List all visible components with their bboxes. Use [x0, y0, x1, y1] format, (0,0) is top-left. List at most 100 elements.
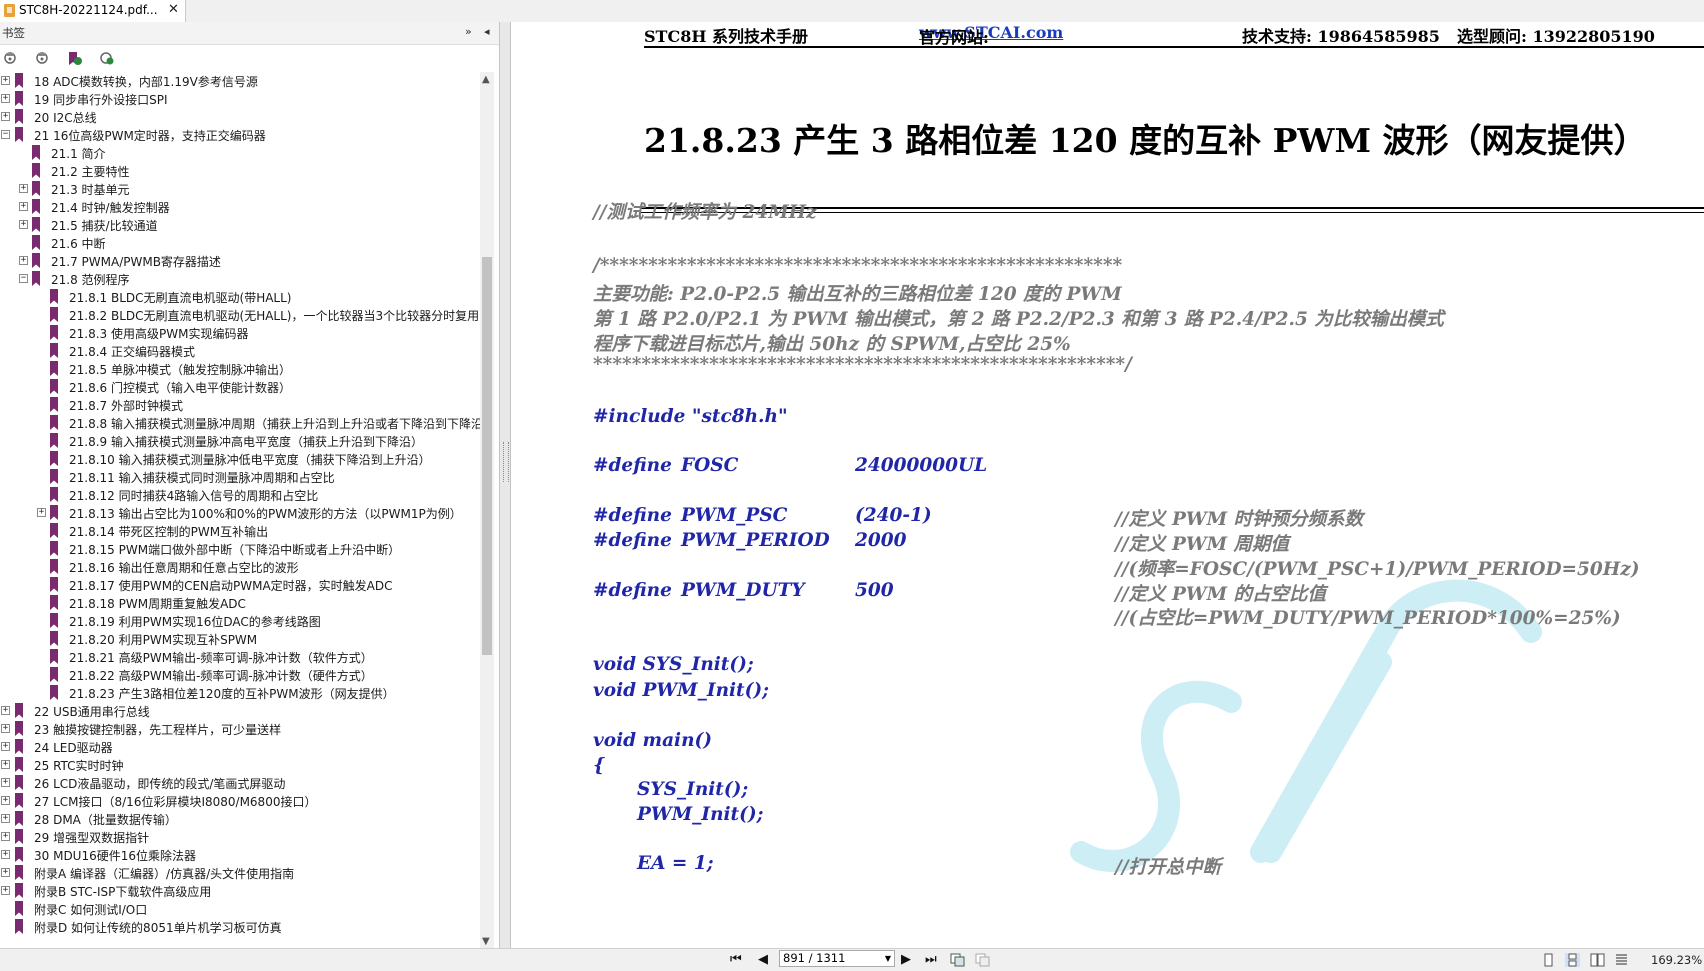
bookmark-icon: [49, 631, 59, 646]
bookmark-item[interactable]: +21.5 捕获/比较通道: [0, 216, 480, 234]
expand-icon[interactable]: +: [1, 868, 10, 877]
expand-icon[interactable]: +: [19, 184, 28, 193]
bookmark-item[interactable]: 21.8.22 高级PWM输出-频率可调-脉冲计数（硬件方式）: [0, 666, 480, 684]
bookmark-item[interactable]: 21.8.23 产生3路相位差120度的互补PWM波形（网友提供）: [0, 684, 480, 702]
collapse-icon[interactable]: −: [19, 274, 28, 283]
scroll-up-icon[interactable]: ▲: [482, 74, 490, 85]
bookmark-item[interactable]: 21.8.6 门控模式（输入电平使能计数器）: [0, 378, 480, 396]
expand-icon[interactable]: +: [1, 112, 10, 121]
expand-icon[interactable]: +: [1, 724, 10, 733]
bookmark-item[interactable]: 21.1 简介: [0, 144, 480, 162]
bookmark-item[interactable]: + 附录A 编译器（汇编器）/仿真器/头文件使用指南: [0, 864, 480, 882]
bookmark-icon: [49, 487, 59, 502]
expand-icon[interactable]: +: [1, 94, 10, 103]
expand-icon[interactable]: +: [19, 202, 28, 211]
bookmark-label: 21.3 时基单元: [51, 183, 130, 197]
bookmark-add-icon[interactable]: [66, 50, 83, 67]
collapse-icon[interactable]: −: [1, 130, 10, 139]
scroll-thumb[interactable]: [482, 257, 492, 655]
panel-splitter[interactable]: [499, 22, 511, 948]
collapse-panel-icon[interactable]: »: [465, 25, 472, 38]
bookmark-item[interactable]: +29 增强型双数据指针: [0, 828, 480, 846]
bookmark-item[interactable]: +18 ADC模数转换，内部1.19V参考信号源: [0, 72, 480, 90]
paste-icon[interactable]: [975, 952, 990, 967]
bookmark-item[interactable]: 21.2 主要特性: [0, 162, 480, 180]
bookmark-item[interactable]: + 附录B STC-ISP下载软件高级应用: [0, 882, 480, 900]
chevron-down-icon[interactable]: ▼: [885, 951, 891, 966]
bookmark-item[interactable]: +21.8.13 输出占空比为100%和0%的PWM波形的方法（以PWM1P为例…: [0, 504, 480, 522]
expand-icon[interactable]: +: [1, 706, 10, 715]
expand-icon[interactable]: +: [1, 76, 10, 85]
document-tab[interactable]: STC8H-20221124.pdf... ✕: [0, 0, 186, 22]
bookmark-item[interactable]: 21.8.14 带死区控制的PWM互补输出: [0, 522, 480, 540]
bookmark-collapse-icon[interactable]: [34, 50, 51, 67]
expand-icon[interactable]: +: [1, 760, 10, 769]
bookmark-item[interactable]: 21.8.19 利用PWM实现16位DAC的参考线路图: [0, 612, 480, 630]
splitter-grip[interactable]: [503, 442, 509, 482]
book-view-icon[interactable]: [1614, 952, 1629, 966]
expand-icon[interactable]: +: [37, 508, 46, 517]
single-page-view-icon[interactable]: [1541, 952, 1556, 967]
page-number-field[interactable]: 891 / 1311 ▼: [779, 950, 895, 967]
bookmark-item[interactable]: +22 USB通用串行总线: [0, 702, 480, 720]
bookmark-item[interactable]: 21.8.4 正交编码器模式: [0, 342, 480, 360]
bookmark-item[interactable]: +21.4 时钟/触发控制器: [0, 198, 480, 216]
bookmark-item[interactable]: 附录C 如何测试I/O口: [0, 900, 480, 918]
bookmark-item[interactable]: 21.8.7 外部时钟模式: [0, 396, 480, 414]
bookmark-item[interactable]: +19 同步串行外设接口SPI: [0, 90, 480, 108]
bookmark-item[interactable]: +28 DMA（批量数据传输）: [0, 810, 480, 828]
bookmark-item[interactable]: 21.8.2 BLDC无刷直流电机驱动(无HALL)，一个比较器当3个比较器分时…: [0, 306, 480, 324]
last-page-icon[interactable]: ⏭: [925, 952, 937, 967]
bookmark-item[interactable]: 21.8.1 BLDC无刷直流电机驱动(带HALL): [0, 288, 480, 306]
expand-icon[interactable]: +: [1, 886, 10, 895]
bookmark-item[interactable]: 21.8.18 PWM周期重复触发ADC: [0, 594, 480, 612]
bookmark-item[interactable]: 21.8.11 输入捕获模式同时测量脉冲周期和占空比: [0, 468, 480, 486]
prev-page-icon[interactable]: ◀: [758, 952, 768, 967]
bookmark-item[interactable]: 21.6 中断: [0, 234, 480, 252]
zoom-level[interactable]: 169.23%: [1651, 953, 1702, 967]
expand-icon[interactable]: +: [1, 796, 10, 805]
bookmark-expand-icon[interactable]: [2, 50, 19, 67]
expand-icon[interactable]: +: [1, 742, 10, 751]
bookmark-item[interactable]: +30 MDU16硬件16位乘除法器: [0, 846, 480, 864]
bookmark-item[interactable]: 21.8.5 单脉冲模式（触发控制脉冲输出）: [0, 360, 480, 378]
bookmark-item[interactable]: +25 RTC实时时钟: [0, 756, 480, 774]
expand-icon[interactable]: +: [19, 256, 28, 265]
bookmark-item[interactable]: +27 LCM接口（8/16位彩屏模块I8080/M6800接口）: [0, 792, 480, 810]
expand-icon[interactable]: +: [1, 814, 10, 823]
bookmark-item[interactable]: 21.8.17 使用PWM的CEN启动PWMA定时器，实时触发ADC: [0, 576, 480, 594]
bookmark-item[interactable]: − 21 16位高级PWM定时器，支持正交编码器: [0, 126, 480, 144]
copy-icon[interactable]: [950, 952, 965, 967]
bookmark-item[interactable]: +26 LCD液晶驱动，即传统的段式/笔画式屏驱动: [0, 774, 480, 792]
bookmark-item[interactable]: 21.8.3 使用高级PWM实现编码器: [0, 324, 480, 342]
bookmark-find-icon[interactable]: [98, 50, 115, 67]
bookmark-item[interactable]: 21.8.12 同时捕获4路输入信号的周期和占空比: [0, 486, 480, 504]
expand-icon[interactable]: +: [1, 832, 10, 841]
hide-panel-icon[interactable]: ◂: [484, 25, 490, 38]
bookmark-item[interactable]: +20 I2C总线: [0, 108, 480, 126]
bookmark-item[interactable]: 21.8.16 输出任意周期和任意占空比的波形: [0, 558, 480, 576]
bookmark-item[interactable]: 21.8.20 利用PWM实现互补SPWM: [0, 630, 480, 648]
bookmark-item[interactable]: 附录D 如何让传统的8051单片机学习板可仿真: [0, 918, 480, 936]
expand-icon[interactable]: +: [19, 220, 28, 229]
close-tab-icon[interactable]: ✕: [168, 2, 179, 17]
bookmark-item[interactable]: 21.8.21 高级PWM输出-频率可调-脉冲计数（软件方式）: [0, 648, 480, 666]
bookmark-item[interactable]: 21.8.9 输入捕获模式测量脉冲高电平宽度（捕获上升沿到下降沿）: [0, 432, 480, 450]
bookmark-vertical-scrollbar[interactable]: ▲ ▼: [480, 72, 494, 948]
continuous-view-icon[interactable]: [1565, 952, 1580, 967]
bookmark-item[interactable]: +24 LED驱动器: [0, 738, 480, 756]
facing-view-icon[interactable]: [1590, 952, 1605, 967]
bookmark-item[interactable]: +23 触摸按键控制器，先工程样片，可少量送样: [0, 720, 480, 738]
document-view[interactable]: STC8H 系列技术手册 官方网站: www.STCAI.com 技术支持: 1…: [511, 22, 1704, 948]
next-page-icon[interactable]: ▶: [901, 952, 911, 967]
bookmark-item[interactable]: +21.7 PWMA/PWMB寄存器描述: [0, 252, 480, 270]
bookmark-item[interactable]: − 21.8 范例程序: [0, 270, 480, 288]
bookmark-item[interactable]: 21.8.15 PWM端口做外部中断（下降沿中断或者上升沿中断）: [0, 540, 480, 558]
bookmark-item[interactable]: +21.3 时基单元: [0, 180, 480, 198]
expand-icon[interactable]: +: [1, 850, 10, 859]
bookmark-item[interactable]: 21.8.10 输入捕获模式测量脉冲低电平宽度（捕获下降沿到上升沿）: [0, 450, 480, 468]
first-page-icon[interactable]: ⏮: [730, 952, 742, 967]
scroll-down-icon[interactable]: ▼: [482, 936, 490, 947]
expand-icon[interactable]: +: [1, 778, 10, 787]
bookmark-item[interactable]: 21.8.8 输入捕获模式测量脉冲周期（捕获上升沿到上升沿或者下降沿到下降沿: [0, 414, 480, 432]
